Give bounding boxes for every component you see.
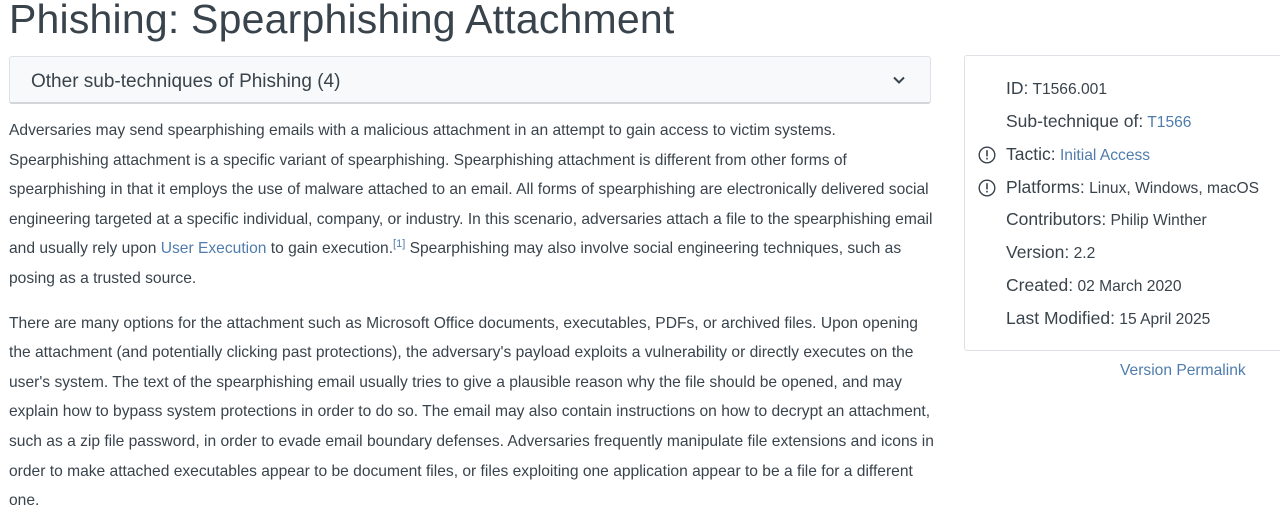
chevron-down-icon bbox=[893, 76, 905, 84]
parent-technique-link[interactable]: T1566 bbox=[1147, 114, 1191, 131]
id-row: ID: T1566.001 bbox=[1006, 78, 1108, 98]
contributors-value: Philip Winther bbox=[1110, 212, 1207, 229]
version-value: 2.2 bbox=[1073, 245, 1096, 262]
platforms-value: Linux, Windows, macOS bbox=[1089, 180, 1259, 197]
version-row: Version: 2.2 bbox=[1006, 242, 1096, 262]
created-row: Created: 02 March 2020 bbox=[1006, 275, 1182, 295]
platforms-row: Platforms: Linux, Windows, macOS bbox=[1006, 177, 1259, 197]
page-title: Phishing: Spearphishing Attachment bbox=[9, 0, 675, 42]
technique-description: Adversaries may send spearphishing email… bbox=[9, 116, 939, 531]
subtechniques-label: Other sub-techniques of Phishing (4) bbox=[31, 71, 341, 92]
reference-link-1[interactable]: [1] bbox=[393, 238, 405, 250]
version-permalink-link[interactable]: Version Permalink bbox=[1120, 362, 1246, 380]
description-paragraph-1: Adversaries may send spearphishing email… bbox=[9, 122, 933, 287]
tactic-link[interactable]: Initial Access bbox=[1060, 147, 1150, 164]
info-icon[interactable] bbox=[978, 179, 996, 197]
created-value: 02 March 2020 bbox=[1077, 278, 1182, 295]
id-value: T1566.001 bbox=[1032, 81, 1108, 98]
tactic-row: Tactic: Initial Access bbox=[1006, 144, 1151, 164]
info-icon[interactable] bbox=[978, 146, 996, 164]
last-modified-row: Last Modified: 15 April 2025 bbox=[1006, 308, 1211, 328]
contributors-row: Contributors: Philip Winther bbox=[1006, 209, 1207, 229]
subtechnique-of-row: Sub-technique of: T1566 bbox=[1006, 111, 1192, 131]
subtechniques-dropdown[interactable]: Other sub-techniques of Phishing (4) bbox=[9, 56, 931, 104]
user-execution-link[interactable]: User Execution bbox=[161, 240, 267, 257]
subtechniques-count: (4) bbox=[317, 71, 341, 92]
description-paragraph-2: There are many options for the attachmen… bbox=[9, 314, 934, 510]
technique-info-card: ID: T1566.001 Sub-technique of: T1566 Ta… bbox=[964, 55, 1280, 351]
last-modified-value: 15 April 2025 bbox=[1119, 311, 1211, 328]
